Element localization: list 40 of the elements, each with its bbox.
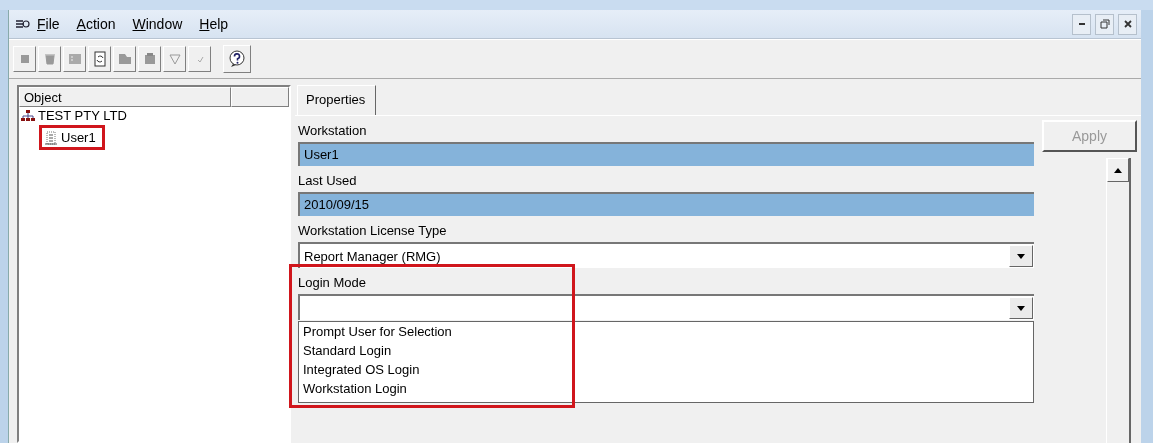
dropdown-arrow-icon — [1017, 253, 1025, 259]
dropdown-option[interactable]: Prompt User for Selection — [299, 322, 452, 341]
plug-icon[interactable] — [15, 19, 31, 29]
menu-item[interactable]: Window — [132, 16, 183, 32]
tree-item[interactable]: TEST PTY LTD — [38, 108, 127, 123]
dropdown-field[interactable]: Report Manager (RMG) — [298, 242, 1034, 268]
menu-item[interactable]: Action — [76, 16, 116, 32]
menu-item[interactable]: File — [37, 16, 60, 32]
close-button[interactable] — [1118, 13, 1137, 35]
scrollbar[interactable] — [1106, 158, 1131, 443]
network-icon — [21, 109, 35, 122]
dropdown-field[interactable] — [298, 294, 1034, 320]
refresh-icon[interactable] — [91, 51, 108, 67]
dropdown-button[interactable] — [1009, 245, 1033, 267]
restore-icon — [1099, 19, 1110, 29]
dropdown-button[interactable] — [1009, 297, 1033, 319]
copy-icon[interactable] — [116, 51, 133, 67]
dropdown-option[interactable]: Workstation Login — [299, 379, 407, 398]
menu-item[interactable]: Help — [199, 16, 229, 32]
text-field[interactable]: 2010/09/15 — [298, 192, 1034, 216]
document-icon — [44, 130, 58, 145]
minimize-icon — [1078, 23, 1085, 25]
field-label: Last Used — [298, 172, 358, 190]
close-icon — [1122, 19, 1133, 29]
dropdown-arrow-icon — [1017, 305, 1025, 311]
dropdown-option[interactable]: Standard Login — [299, 341, 392, 360]
tab[interactable]: Properties — [297, 85, 377, 115]
scroll-up-button[interactable] — [1107, 158, 1129, 182]
field-label: Workstation License Type — [298, 222, 448, 240]
dropdown-option[interactable]: Integrated OS Login — [299, 360, 420, 379]
column-header[interactable]: Object — [19, 87, 231, 107]
field-label: Login Mode — [298, 274, 367, 292]
up-arrow-icon — [1114, 167, 1122, 173]
text-field[interactable]: User1 — [298, 142, 1034, 166]
help-icon[interactable] — [228, 50, 246, 68]
tree-item[interactable]: User1 — [61, 130, 96, 145]
field-label: Workstation — [298, 122, 368, 140]
dropdown-value: Report Manager (RMG) — [303, 248, 442, 264]
column-header[interactable] — [231, 87, 289, 107]
minimize-button[interactable] — [1072, 13, 1091, 35]
